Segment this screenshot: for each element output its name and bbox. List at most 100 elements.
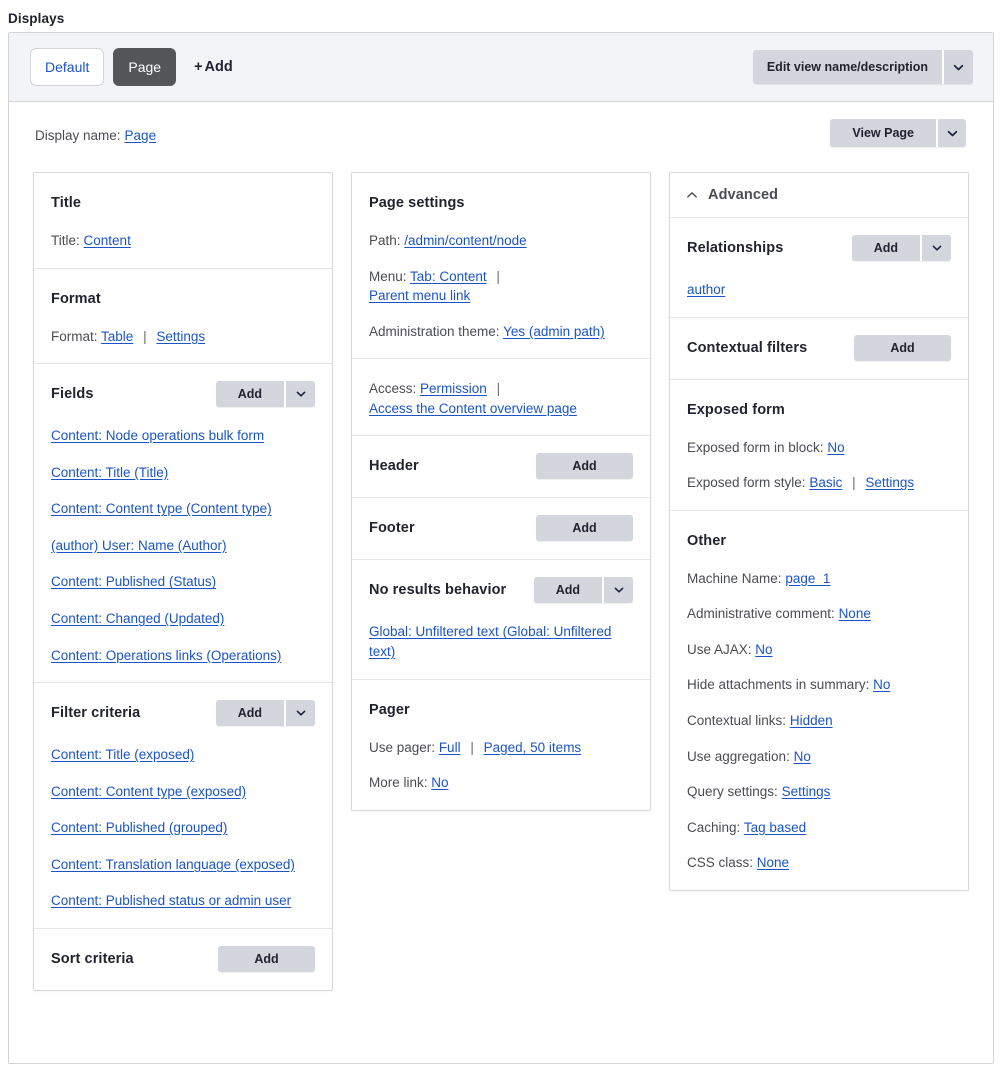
fields-add-dropbutton[interactable]: Add: [215, 381, 315, 408]
field-link[interactable]: Content: Published (Status): [51, 574, 216, 589]
row-use-ajax-label: Use AJAX:: [687, 641, 752, 657]
field-link[interactable]: Content: Changed (Updated): [51, 611, 224, 626]
bucket-exposed-form-heading: Exposed form: [687, 401, 785, 418]
bucket-title: Title Title: Content: [34, 173, 332, 269]
chevron-down-icon[interactable]: [284, 381, 315, 408]
column-third: Advanced Relationships Add author Contex…: [669, 172, 969, 891]
views-ui-page: Displays Default Page + Add Edit view nam…: [0, 0, 1000, 1065]
row-path-value[interactable]: /admin/content/node: [404, 233, 526, 248]
bucket-contextual-filters: Contextual filters Add: [670, 318, 968, 380]
field-link[interactable]: Content: Operations links (Operations): [51, 648, 281, 663]
bucket-footer-head: Footer Add: [369, 514, 633, 542]
row-use-pager-detail[interactable]: Paged, 50 items: [484, 740, 582, 755]
filter-add-button[interactable]: Add: [216, 700, 284, 726]
row-title-value[interactable]: Content: [84, 233, 131, 248]
sort-add-button[interactable]: Add: [218, 945, 315, 972]
list-item: Content: Operations links (Operations): [51, 646, 315, 666]
chevron-down-icon[interactable]: [920, 235, 951, 261]
bucket-footer: Footer Add: [352, 498, 650, 561]
row-query-settings: Query settings: Settings: [687, 782, 951, 802]
bucket-fields-head: Fields Add: [51, 380, 315, 408]
tab-page[interactable]: Page: [113, 48, 177, 86]
view-page-dropbutton[interactable]: View Page: [830, 119, 966, 147]
bucket-other-rows: Machine Name: page_1 Administrative comm…: [687, 569, 951, 873]
field-link[interactable]: Content: Content type (Content type): [51, 501, 272, 516]
bucket-no-results-rows: Global: Unfiltered text (Global: Unfilte…: [369, 622, 633, 661]
chevron-down-icon[interactable]: [936, 119, 966, 147]
fields-add-button[interactable]: Add: [216, 381, 284, 407]
footer-add-button[interactable]: Add: [536, 515, 633, 542]
row-access-value[interactable]: Permission: [420, 381, 487, 396]
bucket-contextual-filters-heading: Contextual filters: [687, 339, 808, 356]
field-link[interactable]: (author) User: Name (Author): [51, 538, 227, 553]
display-name-link[interactable]: Page: [125, 128, 157, 143]
header-add-button[interactable]: Add: [536, 453, 633, 480]
row-menu-parent-link[interactable]: Parent menu link: [369, 288, 470, 303]
no-results-add-dropbutton[interactable]: Add: [533, 577, 633, 604]
card-page-settings: Page settings Path: /admin/content/node …: [351, 172, 651, 811]
list-item: Content: Content type (Content type): [51, 499, 315, 519]
bucket-format-rows: Format: Table | Settings: [51, 327, 315, 347]
edit-view-name-description-button[interactable]: Edit view name/description: [753, 50, 942, 84]
row-administrative-comment-value[interactable]: None: [839, 606, 871, 621]
page-title: Displays: [8, 11, 65, 26]
views-edit-container: Default Page + Add Edit view name/descrip…: [8, 32, 994, 1064]
row-hide-attachments: Hide attachments in summary: No: [687, 675, 951, 695]
bucket-fields: Fields Add Content: Node operations bulk…: [34, 364, 332, 684]
chevron-down-icon[interactable]: [602, 577, 633, 604]
display-name-label: Display name:: [35, 128, 121, 143]
add-display-button[interactable]: + Add: [194, 59, 233, 75]
row-more-link-label: More link:: [369, 775, 428, 791]
row-exposed-style-value[interactable]: Basic: [809, 475, 842, 490]
no-results-link[interactable]: Global: Unfiltered text (Global: Unfilte…: [369, 624, 611, 659]
relationship-link[interactable]: author: [687, 282, 725, 297]
row-caching-value[interactable]: Tag based: [744, 820, 806, 835]
filter-link[interactable]: Content: Published status or admin user: [51, 893, 291, 908]
row-access-detail[interactable]: Access the Content overview page: [369, 401, 577, 416]
field-link[interactable]: Content: Title (Title): [51, 465, 168, 480]
bucket-header-heading: Header: [369, 458, 419, 475]
row-machine-name-value[interactable]: page_1: [785, 571, 830, 586]
bucket-relationships-heading: Relationships: [687, 240, 784, 256]
list-item: Content: Content type (exposed): [51, 782, 315, 802]
relationships-add-dropbutton[interactable]: Add: [851, 235, 951, 261]
filter-link[interactable]: Content: Translation language (exposed): [51, 857, 295, 872]
row-css-class-value[interactable]: None: [757, 855, 789, 870]
tab-default-label: Default: [45, 59, 90, 75]
edit-view-name-description-dropbutton[interactable]: Edit view name/description: [752, 50, 973, 84]
filter-link[interactable]: Content: Title (exposed): [51, 747, 194, 762]
row-contextual-links-value[interactable]: Hidden: [790, 713, 833, 728]
tab-default[interactable]: Default: [30, 48, 105, 86]
row-admin-theme-value[interactable]: Yes (admin path): [503, 324, 605, 339]
bucket-no-results-heading: No results behavior: [369, 582, 507, 599]
row-exposed-style-settings[interactable]: Settings: [865, 475, 914, 490]
filter-link[interactable]: Content: Published (grouped): [51, 820, 227, 835]
row-query-settings-value[interactable]: Settings: [782, 784, 831, 799]
row-format-settings[interactable]: Settings: [156, 329, 205, 344]
field-link[interactable]: Content: Node operations bulk form: [51, 428, 264, 443]
row-use-ajax-value[interactable]: No: [755, 642, 772, 657]
list-item: Content: Node operations bulk form: [51, 426, 315, 446]
chevron-down-icon[interactable]: [284, 700, 315, 727]
row-path-label: Path:: [369, 233, 401, 248]
row-format-value[interactable]: Table: [101, 329, 133, 344]
row-hide-attachments-value[interactable]: No: [873, 677, 890, 692]
filter-link[interactable]: Content: Content type (exposed): [51, 784, 246, 799]
row-contextual-links: Contextual links: Hidden: [687, 711, 951, 731]
row-more-link-value[interactable]: No: [431, 775, 448, 790]
row-use-pager-value[interactable]: Full: [439, 740, 461, 755]
row-menu-value[interactable]: Tab: Content: [410, 269, 487, 284]
bucket-other: Other Machine Name: page_1 Administrativ…: [670, 511, 968, 890]
contextual-filters-add-button[interactable]: Add: [854, 334, 951, 361]
chevron-down-icon[interactable]: [942, 50, 973, 84]
filter-add-dropbutton[interactable]: Add: [215, 700, 315, 727]
row-exposed-in-block-value[interactable]: No: [827, 440, 844, 455]
advanced-heading: Advanced: [708, 187, 779, 203]
view-page-button[interactable]: View Page: [830, 119, 936, 147]
bucket-exposed-form-rows: Exposed form in block: No Exposed form s…: [687, 438, 951, 493]
row-hide-attachments-label: Hide attachments in summary:: [687, 677, 870, 693]
no-results-add-button[interactable]: Add: [534, 577, 602, 603]
relationships-add-button[interactable]: Add: [852, 235, 920, 261]
row-use-aggregation-value[interactable]: No: [794, 749, 811, 764]
advanced-toggle[interactable]: Advanced: [670, 173, 968, 218]
